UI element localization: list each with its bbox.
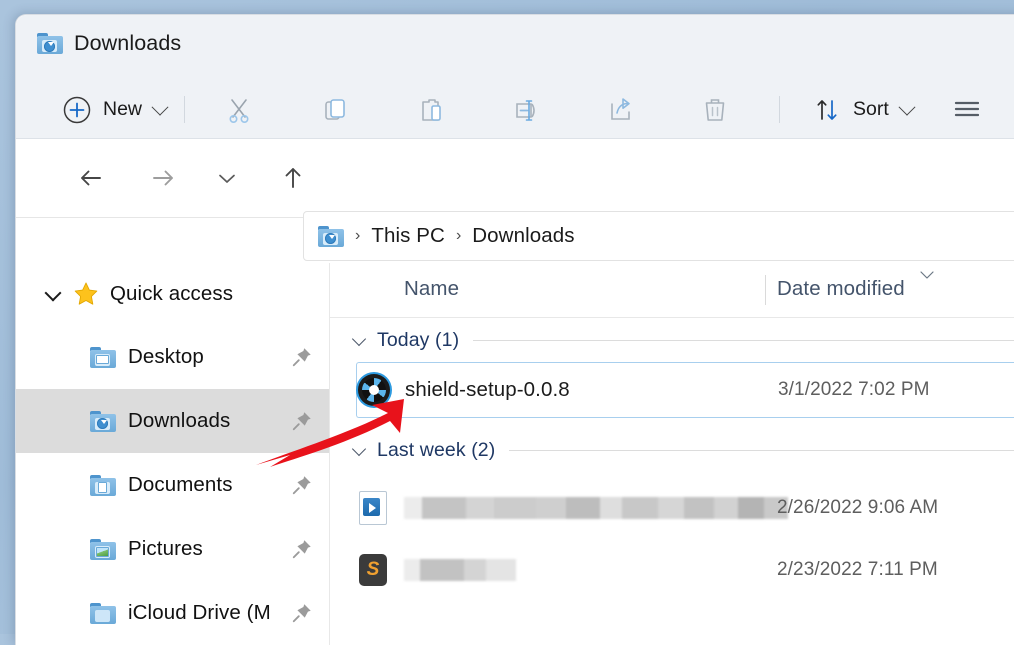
group-header-last-week[interactable]: Last week (2) <box>330 428 1014 472</box>
folder-icon-icloud <box>90 602 116 624</box>
group-divider-today <box>473 339 1014 341</box>
star-icon <box>74 282 98 305</box>
downloads-folder-icon <box>37 33 63 54</box>
sidebar-item-quick-access[interactable]: Quick access <box>16 263 329 325</box>
sidebar-item-desktop[interactable]: Desktop <box>16 325 329 389</box>
pin-icon-documents[interactable] <box>291 474 313 496</box>
share-icon <box>611 97 630 120</box>
arrow-up-icon <box>285 168 301 188</box>
pin-icon-icloud[interactable] <box>291 602 313 624</box>
table-row[interactable]: shield-setup-0.0.8 3/1/2022 7:02 PM <box>356 362 1014 418</box>
chevron-down-icon-nav <box>219 174 235 183</box>
column-divider[interactable] <box>765 275 766 305</box>
window-title: Downloads <box>74 31 182 55</box>
up-button[interactable] <box>271 156 315 200</box>
copy-button[interactable] <box>307 90 363 130</box>
group-label-last-week: Last week (2) <box>377 438 496 461</box>
file-list-pane: Name Date modified Today (1) shield-setu… <box>330 263 1014 645</box>
redacted-file-name <box>404 559 516 581</box>
new-button[interactable]: New <box>56 90 172 130</box>
group-header-today[interactable]: Today (1) <box>330 318 1014 362</box>
chevron-down-icon <box>151 98 169 116</box>
column-headers: Name Date modified <box>330 263 1014 318</box>
sort-arrows-icon <box>817 99 837 120</box>
group-label-today: Today (1) <box>377 328 460 351</box>
sidebar-item-documents[interactable]: Documents <box>16 453 329 517</box>
breadcrumb-separator-2: › <box>455 227 462 244</box>
arrow-left-icon <box>81 170 101 186</box>
share-button[interactable] <box>593 90 649 130</box>
sidebar-item-pictures[interactable]: Pictures <box>16 517 329 581</box>
recent-locations-button[interactable] <box>205 156 249 200</box>
paste-button[interactable] <box>403 90 459 130</box>
sidebar-label-downloads: Downloads <box>128 409 231 432</box>
new-button-label: New <box>103 98 143 120</box>
downloads-folder-icon-sidebar <box>90 410 116 432</box>
toolbar-divider <box>184 96 186 123</box>
pin-icon-pictures[interactable] <box>291 538 313 560</box>
breadcrumb-separator-1: › <box>355 227 361 244</box>
sort-button-label: Sort <box>853 98 889 120</box>
sort-button[interactable]: Sort <box>806 90 919 130</box>
toolbar-divider-2 <box>779 96 781 123</box>
group-divider-last-week <box>509 449 1014 451</box>
sidebar-label-desktop: Desktop <box>128 345 204 368</box>
sidebar-item-downloads[interactable]: Downloads <box>16 389 329 453</box>
navigation-bar <box>16 139 1014 218</box>
desktop-folder-icon <box>90 346 116 368</box>
sidebar-item-icloud-drive[interactable]: iCloud Drive (M <box>16 581 329 645</box>
paste-icon <box>422 98 441 121</box>
window-tab[interactable]: Downloads <box>37 31 181 56</box>
hamburger-menu-icon <box>954 101 979 116</box>
redacted-file-name <box>404 497 788 519</box>
breadcrumb-item-downloads[interactable]: Downloads <box>472 224 574 248</box>
rename-icon <box>516 99 535 121</box>
copy-icon <box>325 98 345 120</box>
forward-button[interactable] <box>141 156 185 200</box>
sidebar-label-documents: Documents <box>128 473 233 496</box>
sidebar-label-icloud-drive: iCloud Drive (M <box>128 601 271 624</box>
delete-button[interactable] <box>687 90 743 130</box>
view-options-button[interactable] <box>953 90 979 130</box>
address-bar[interactable]: › This PC › Downloads <box>303 211 1014 261</box>
file-date-modified: 2/23/2022 7:11 PM <box>777 559 938 580</box>
breadcrumb-folder-icon <box>318 225 344 247</box>
file-name: shield-setup-0.0.8 <box>405 378 570 401</box>
table-row[interactable]: S 2/23/2022 7:11 PM <box>330 542 1014 598</box>
rename-button[interactable] <box>499 90 555 130</box>
pin-icon-desktop[interactable] <box>291 346 313 368</box>
sidebar-label-quick-access: Quick access <box>110 282 234 305</box>
chevron-collapse-icon-last-week[interactable] <box>352 442 368 458</box>
arrow-right-icon <box>153 170 173 186</box>
documents-folder-icon <box>90 474 116 496</box>
column-header-name[interactable]: Name <box>404 277 459 301</box>
column-header-date-modified[interactable]: Date modified <box>777 277 905 301</box>
file-date-modified: 2/26/2022 9:06 AM <box>777 497 939 518</box>
trash-icon <box>705 98 725 121</box>
chevron-expand-icon[interactable] <box>43 283 65 305</box>
chevron-collapse-icon-today[interactable] <box>352 332 368 348</box>
pictures-folder-icon <box>90 538 116 560</box>
table-row[interactable]: 2/26/2022 9:06 AM <box>330 480 1014 536</box>
command-toolbar: New Sort <box>16 81 1014 139</box>
shield-app-icon <box>358 374 390 406</box>
chevron-down-icon-sort <box>898 98 916 116</box>
file-date-modified: 3/1/2022 7:02 PM <box>778 379 930 400</box>
cut-button[interactable] <box>211 90 267 130</box>
pin-icon-downloads[interactable] <box>291 410 313 432</box>
video-file-icon <box>359 491 387 525</box>
navigation-pane: Quick access Desktop Downloads Documents… <box>16 263 330 645</box>
scissors-icon <box>229 98 249 123</box>
breadcrumb-item-this-pc[interactable]: This PC <box>371 224 445 248</box>
back-button[interactable] <box>69 156 113 200</box>
file-explorer-window: Downloads New Sort › This PC › Downloads… <box>15 14 1014 645</box>
sublime-app-icon: S <box>359 554 387 586</box>
chevron-up-sort-icon <box>920 271 934 279</box>
sidebar-label-pictures: Pictures <box>128 537 203 560</box>
title-bar: Downloads <box>16 15 1014 81</box>
plus-circle-icon <box>63 96 91 123</box>
